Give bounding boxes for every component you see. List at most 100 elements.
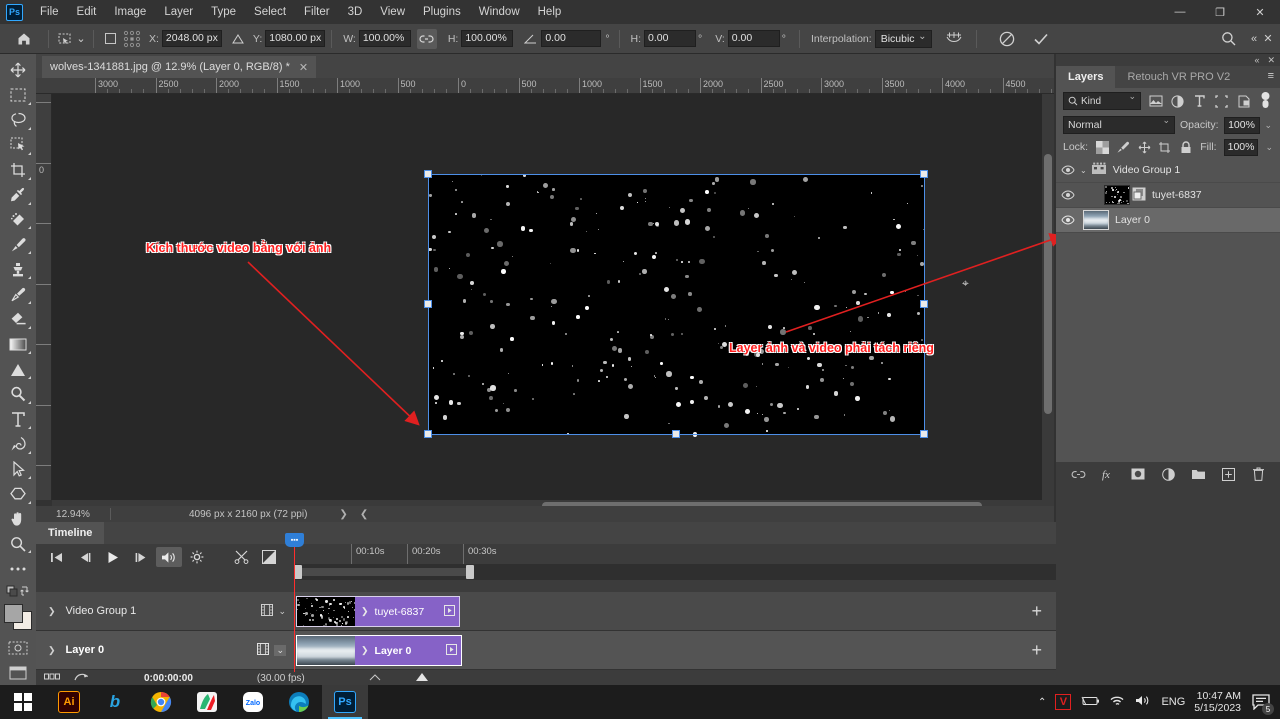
shape-filter-icon[interactable]: [1214, 94, 1229, 109]
h-input[interactable]: 100.00%: [461, 30, 513, 47]
zoom-tool[interactable]: [3, 532, 33, 557]
video-track-icon[interactable]: [257, 643, 269, 658]
edit-toolbar-button[interactable]: [3, 556, 33, 581]
color-swatches[interactable]: [3, 603, 33, 632]
layer-thumbnail[interactable]: [1104, 185, 1130, 205]
taskbar-illustrator[interactable]: Ai: [46, 685, 92, 719]
new-layer-icon[interactable]: [1220, 466, 1236, 482]
search-icon[interactable]: [1218, 29, 1238, 49]
show-hidden-icons-button[interactable]: ⌃: [1038, 697, 1046, 708]
transform-preset-chevron-icon[interactable]: ⌄: [75, 29, 87, 49]
quick-mask-mode-icon[interactable]: [3, 635, 33, 660]
spot-healing-brush-tool[interactable]: [3, 208, 33, 233]
zoom-in-icon[interactable]: [415, 672, 429, 685]
home-icon[interactable]: [14, 29, 34, 49]
convert-to-frame-animation-icon[interactable]: [74, 673, 88, 685]
minimize-button[interactable]: —: [1160, 0, 1200, 24]
opacity-input[interactable]: 100%: [1224, 117, 1260, 134]
input-language[interactable]: ENG: [1161, 696, 1185, 708]
rectangular-marquee-tool[interactable]: [3, 83, 33, 108]
clip-disclosure-icon[interactable]: ❯: [361, 606, 369, 617]
clip-disclosure-icon[interactable]: ❯: [361, 645, 369, 656]
add-layer-style-icon[interactable]: fx: [1100, 466, 1116, 482]
start-button[interactable]: [0, 685, 46, 719]
menu-edit[interactable]: Edit: [68, 0, 106, 24]
tab-retouch-vr-pro[interactable]: Retouch VR PRO V2: [1115, 66, 1242, 88]
skew-h-input[interactable]: 0.00: [644, 30, 696, 47]
warp-icon[interactable]: [942, 29, 966, 49]
eye-icon[interactable]: [1056, 165, 1080, 175]
pixel-filter-icon[interactable]: [1148, 94, 1163, 109]
free-transform-icon[interactable]: [55, 29, 75, 49]
playhead-handle[interactable]: ▪▪▪: [285, 533, 304, 547]
default-colors-icon[interactable]: [3, 581, 33, 600]
menu-view[interactable]: View: [371, 0, 414, 24]
v-app-icon[interactable]: V: [1055, 694, 1071, 710]
taskbar-photoshop[interactable]: Ps: [322, 685, 368, 719]
settings-button[interactable]: [184, 547, 210, 567]
history-brush-tool[interactable]: [3, 282, 33, 307]
close-icon[interactable]: ✕: [1260, 29, 1276, 49]
cancel-transform-icon[interactable]: [997, 29, 1017, 49]
track-body-layer-0[interactable]: ❯ Layer 0: [294, 631, 1056, 670]
eye-icon[interactable]: [1056, 190, 1080, 200]
panel-menu-icon[interactable]: ≡: [1268, 71, 1274, 82]
rotation-input[interactable]: 0.00: [541, 30, 601, 47]
next-frame-button[interactable]: [128, 547, 154, 567]
filter-enable-toggle[interactable]: [1258, 94, 1273, 109]
group-disclosure-icon[interactable]: ⌄: [1080, 166, 1087, 175]
menu-help[interactable]: Help: [529, 0, 571, 24]
move-tool[interactable]: [3, 58, 33, 83]
hand-tool[interactable]: [3, 507, 33, 532]
link-icon[interactable]: [417, 29, 437, 49]
blend-mode-select[interactable]: Normal: [1063, 116, 1175, 134]
skew-v-input[interactable]: 0.00: [728, 30, 780, 47]
w-input[interactable]: 100.00%: [359, 30, 411, 47]
opacity-chevron-icon[interactable]: ⌄: [1265, 120, 1273, 131]
menu-type[interactable]: Type: [202, 0, 245, 24]
clone-stamp-tool[interactable]: [3, 257, 33, 282]
lock-all-icon[interactable]: [1179, 140, 1193, 155]
add-layer-mask-icon[interactable]: [1130, 466, 1146, 482]
screen-mode-icon[interactable]: [3, 660, 33, 685]
horizontal-type-tool[interactable]: [3, 407, 33, 432]
lock-artboard-icon[interactable]: [1158, 140, 1172, 155]
maximize-button[interactable]: ❐: [1200, 0, 1240, 24]
fill-input[interactable]: 100%: [1224, 139, 1259, 156]
pen-tool[interactable]: [3, 432, 33, 457]
timeline-clip-layer-0[interactable]: ❯ Layer 0: [296, 635, 462, 666]
zoom-out-icon[interactable]: [369, 673, 381, 684]
gradient-tool[interactable]: [3, 332, 33, 357]
new-group-icon[interactable]: [1190, 466, 1206, 482]
close-button[interactable]: ✕: [1240, 0, 1280, 24]
taskbar-app-red[interactable]: [184, 685, 230, 719]
new-adjustment-layer-icon[interactable]: [1160, 466, 1176, 482]
video-layer-preview[interactable]: [428, 174, 924, 434]
tab-timeline[interactable]: Timeline: [36, 522, 104, 544]
polygon-shape-tool[interactable]: [3, 482, 33, 507]
lock-position-icon[interactable]: [1137, 140, 1151, 155]
adjustment-filter-icon[interactable]: [1170, 94, 1185, 109]
menu-image[interactable]: Image: [105, 0, 155, 24]
collapse-icon[interactable]: «: [1248, 29, 1260, 49]
timeline-ruler[interactable]: 00:10s00:20s00:30s: [294, 544, 1056, 564]
collapse-dock-icon[interactable]: «: [1254, 55, 1259, 65]
blur-tool[interactable]: [3, 357, 33, 382]
timeline-playhead[interactable]: ▪▪▪: [294, 544, 295, 672]
transform-handle-tl[interactable]: [424, 170, 432, 178]
interpolation-select[interactable]: Bicubic: [875, 30, 932, 48]
layer-row-tuyet-6837[interactable]: tuyet-6837: [1056, 183, 1280, 208]
clip-options-icon[interactable]: [446, 644, 457, 658]
timeline-clip-tuyet-6837[interactable]: ❯ tuyet-6837: [296, 596, 460, 627]
lock-image-pixels-icon[interactable]: [1116, 140, 1130, 155]
type-filter-icon[interactable]: [1192, 94, 1207, 109]
eraser-tool[interactable]: [3, 307, 33, 332]
battery-icon[interactable]: [1080, 695, 1100, 710]
brush-tool[interactable]: [3, 232, 33, 257]
transform-handle-ml[interactable]: [424, 300, 432, 308]
wifi-icon[interactable]: [1109, 694, 1126, 710]
layer-row-video-group-1[interactable]: ⌄ Video Group 1: [1056, 158, 1280, 183]
frame-rate[interactable]: (30.00 fps): [257, 673, 305, 684]
tab-layers[interactable]: Layers: [1056, 66, 1115, 88]
crop-tool[interactable]: [3, 158, 33, 183]
